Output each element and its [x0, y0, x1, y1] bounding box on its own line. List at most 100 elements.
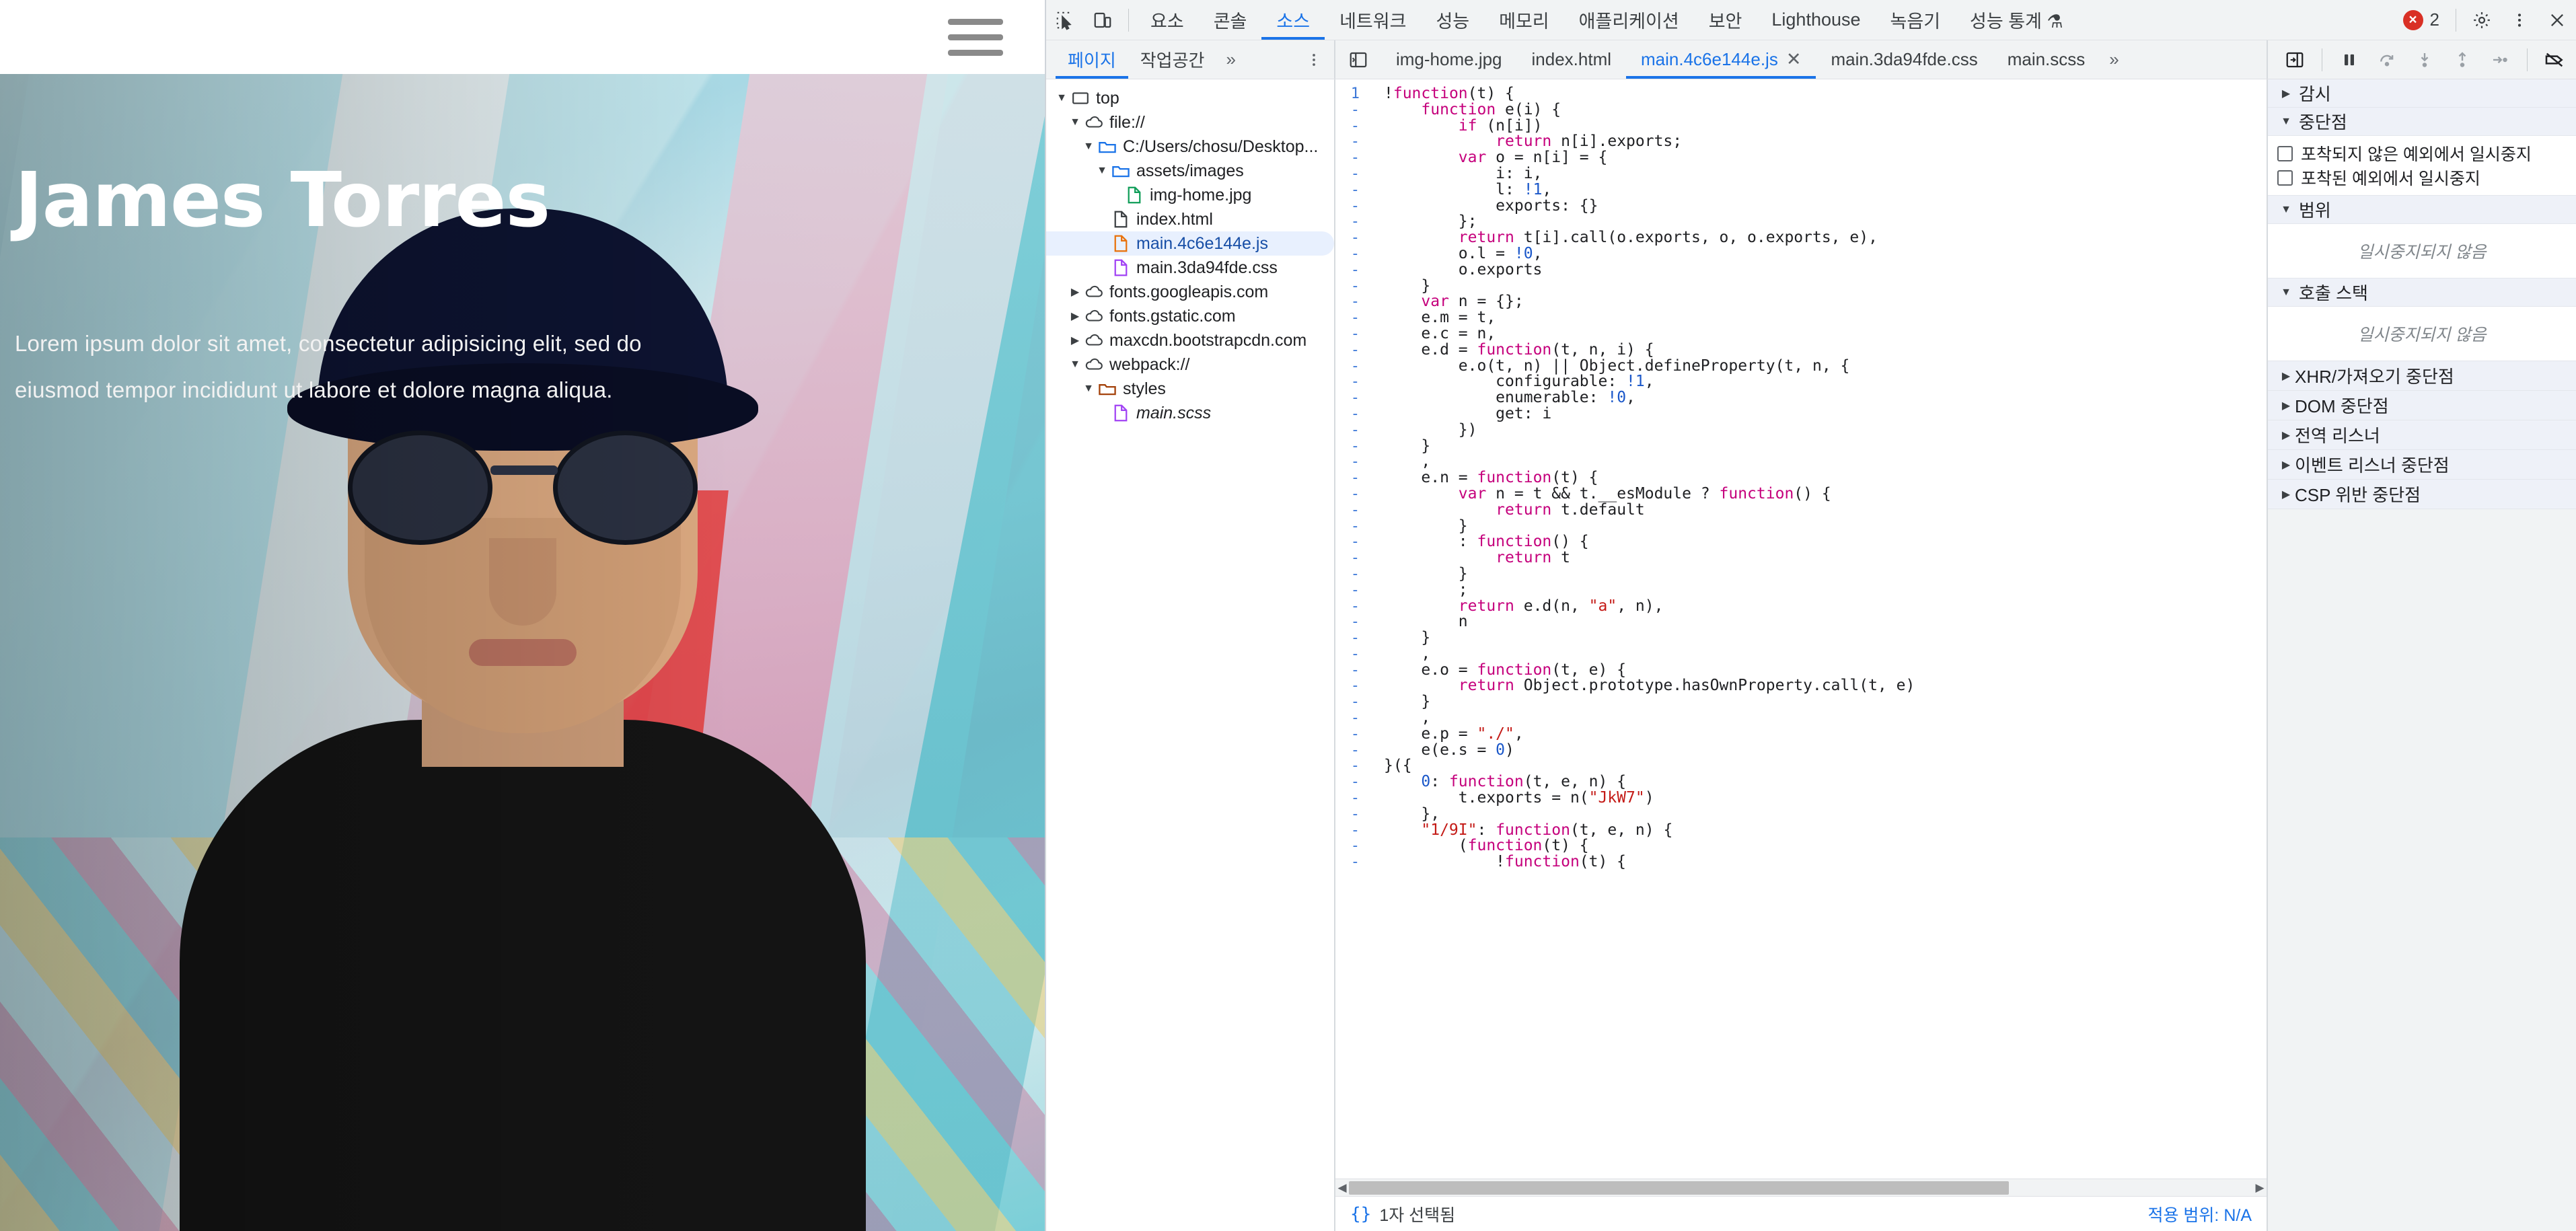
tab-memory[interactable]: 메모리	[1484, 1, 1564, 40]
code-line[interactable]: return Object.prototype.hasOwnProperty.c…	[1384, 678, 2267, 694]
chevron-down-icon[interactable]: ▼	[2277, 204, 2295, 216]
line-number[interactable]: -	[1335, 534, 1360, 550]
line-number[interactable]: -	[1335, 726, 1360, 743]
tree-item-fonts-googleapis-com[interactable]: ▶ fonts.googleapis.com	[1046, 280, 1334, 304]
code-line[interactable]: e.d = function(t, n, i) {	[1384, 342, 2267, 359]
tree-item-img-home-jpg[interactable]: ▶img-home.jpg	[1046, 183, 1334, 207]
step-into-icon[interactable]	[2407, 42, 2442, 77]
device-toolbar-icon[interactable]	[1084, 1, 1121, 39]
file-tab-img-home[interactable]: img-home.jpg	[1381, 41, 1517, 79]
file-tab-main-js[interactable]: main.4c6e144e.js ✕	[1626, 41, 1816, 79]
line-number[interactable]: -	[1335, 262, 1360, 278]
code-line[interactable]: var n = {};	[1384, 293, 2267, 310]
chevron-down-icon[interactable]: ▼	[1080, 383, 1097, 395]
debugger-section-XHR-가져오기-중단점[interactable]: ▶ XHR/가져오기 중단점	[2268, 361, 2576, 391]
chevron-right-icon[interactable]: ▶	[1066, 285, 1084, 299]
code-line[interactable]: }({	[1384, 758, 2267, 774]
line-number-gutter[interactable]: 1---------------------------------------…	[1335, 79, 1366, 1179]
chevron-right-icon[interactable]: ▶	[2277, 369, 2295, 383]
code-line[interactable]: : function() {	[1384, 533, 2267, 550]
line-number[interactable]: -	[1335, 422, 1360, 439]
line-number[interactable]: -	[1335, 358, 1360, 375]
step-out-icon[interactable]	[2445, 42, 2480, 77]
line-number[interactable]: -	[1335, 790, 1360, 807]
line-number[interactable]: -	[1335, 486, 1360, 502]
editor-horizontal-scrollbar[interactable]: ◀ ▶	[1335, 1179, 2267, 1196]
line-number[interactable]: -	[1335, 678, 1360, 694]
line-number[interactable]: -	[1335, 854, 1360, 870]
chevron-down-icon[interactable]: ▼	[1053, 92, 1070, 104]
line-number[interactable]: -	[1335, 502, 1360, 519]
error-count-badge[interactable]: × 2	[2394, 9, 2449, 30]
code-line[interactable]: 0: function(t, e, n) {	[1384, 774, 2267, 790]
tree-item-webpack-[interactable]: ▼ webpack://	[1046, 352, 1334, 377]
line-number[interactable]: -	[1335, 134, 1360, 150]
code-line[interactable]: !function(t) {	[1384, 85, 2267, 102]
chevron-right-icon[interactable]: ▶	[2277, 399, 2295, 412]
code-line[interactable]: return t.default	[1384, 502, 2267, 519]
line-number[interactable]: -	[1335, 278, 1360, 295]
code-line[interactable]: (function(t) {	[1384, 838, 2267, 854]
file-tab-index-html[interactable]: index.html	[1517, 41, 1627, 79]
chevron-down-icon[interactable]: ▼	[1093, 165, 1111, 177]
code-line[interactable]: e.m = t,	[1384, 309, 2267, 326]
line-number[interactable]: -	[1335, 310, 1360, 326]
code-line[interactable]: ;	[1384, 582, 2267, 599]
line-number[interactable]: -	[1335, 742, 1360, 759]
tree-item-file-[interactable]: ▼ file://	[1046, 110, 1334, 135]
scrollbar-thumb[interactable]	[1349, 1181, 2010, 1195]
tree-item-styles[interactable]: ▼ styles	[1046, 377, 1334, 401]
tab-network[interactable]: 네트워크	[1325, 1, 1421, 40]
code-line[interactable]: get: i	[1384, 406, 2267, 422]
code-line[interactable]: }	[1384, 694, 2267, 710]
close-icon[interactable]	[2538, 1, 2576, 39]
code-line[interactable]: enumerable: !0,	[1384, 389, 2267, 406]
code-line[interactable]: }	[1384, 566, 2267, 583]
pause-script-icon[interactable]	[2332, 42, 2367, 77]
line-number[interactable]: -	[1335, 630, 1360, 646]
more-options-icon[interactable]	[2501, 1, 2538, 39]
code-editor[interactable]: 1---------------------------------------…	[1335, 79, 2267, 1179]
tree-item-index-html[interactable]: ▶index.html	[1046, 207, 1334, 231]
scroll-right-icon[interactable]: ▶	[2253, 1181, 2267, 1195]
checkbox-row[interactable]: 포착되지 않은 예외에서 일시중지	[2268, 141, 2576, 165]
line-number[interactable]: -	[1335, 662, 1360, 679]
line-number[interactable]: -	[1335, 406, 1360, 422]
code-line[interactable]: return n[i].exports;	[1384, 133, 2267, 150]
debugger-section-이벤트-리스너-중단점[interactable]: ▶ 이벤트 리스너 중단점	[2268, 450, 2576, 480]
toggle-navigator-icon[interactable]	[1341, 42, 1376, 77]
line-number[interactable]: -	[1335, 694, 1360, 710]
code-line[interactable]: }	[1384, 518, 2267, 535]
hamburger-menu-icon[interactable]	[948, 18, 1003, 56]
chevron-right-icon[interactable]: ▶	[2277, 428, 2295, 442]
chevron-right-icon[interactable]: ▶	[1066, 334, 1084, 347]
file-tab-main-css[interactable]: main.3da94fde.css	[1816, 41, 1992, 79]
chevron-down-icon[interactable]: ▼	[1066, 359, 1084, 371]
code-line[interactable]: }	[1384, 438, 2267, 455]
code-line[interactable]: var n = t && t.__esModule ? function() {	[1384, 486, 2267, 502]
line-number[interactable]: 1	[1335, 86, 1360, 102]
code-line[interactable]: !function(t) {	[1384, 854, 2267, 870]
navigator-tab-workspace[interactable]: 작업공간	[1128, 41, 1217, 79]
code-line[interactable]: function e(i) {	[1384, 102, 2267, 118]
step-over-icon[interactable]	[2369, 42, 2404, 77]
debugger-section-범위[interactable]: ▼ 범위	[2268, 196, 2576, 224]
line-number[interactable]: -	[1335, 598, 1360, 615]
tab-console[interactable]: 콘솔	[1199, 1, 1262, 40]
chevron-down-icon[interactable]: ▼	[1066, 116, 1084, 128]
code-line[interactable]: o.exports	[1384, 262, 2267, 278]
checkbox-icon[interactable]	[2277, 170, 2293, 186]
code-line[interactable]: o.l = !0,	[1384, 246, 2267, 262]
navigator-menu-icon[interactable]	[1294, 50, 1334, 69]
chevron-down-icon[interactable]: ▼	[2277, 287, 2295, 299]
line-number[interactable]: -	[1335, 438, 1360, 455]
line-number[interactable]: -	[1335, 102, 1360, 118]
line-number[interactable]: -	[1335, 774, 1360, 790]
chevron-right-icon[interactable]: ▶	[2277, 87, 2295, 100]
line-number[interactable]: -	[1335, 710, 1360, 726]
tab-sources[interactable]: 소스	[1261, 1, 1325, 40]
line-number[interactable]: -	[1335, 758, 1360, 774]
code-line[interactable]: var o = n[i] = {	[1384, 149, 2267, 166]
debugger-section-감시[interactable]: ▶ 감시	[2268, 79, 2576, 108]
gear-icon[interactable]	[2463, 1, 2501, 39]
